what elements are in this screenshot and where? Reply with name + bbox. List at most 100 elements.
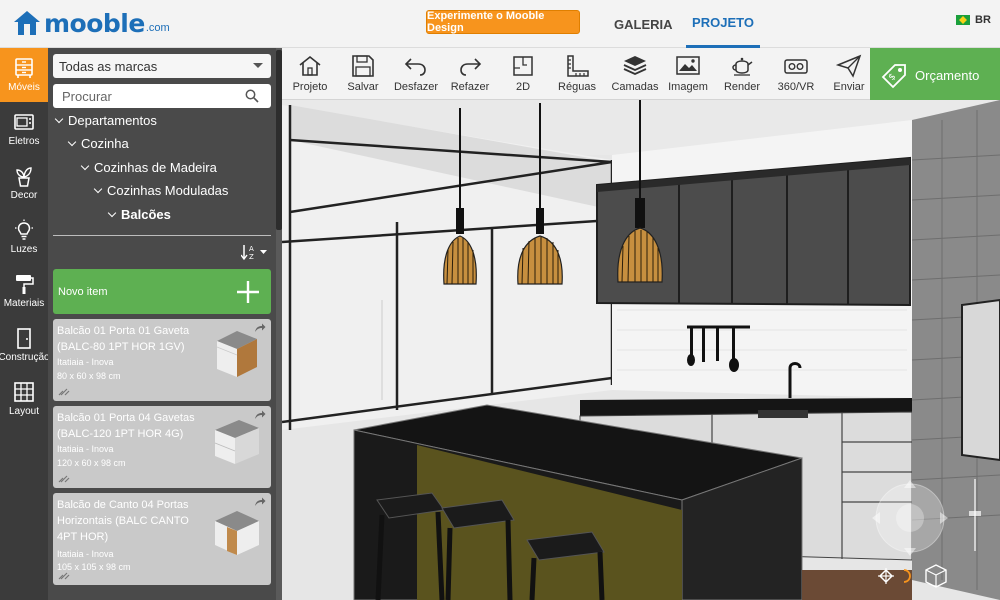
category-materials[interactable]: Materiais <box>0 264 48 318</box>
layout-grid-icon <box>14 382 34 402</box>
tool-label: Projeto <box>292 81 328 93</box>
vr-headset-icon <box>784 59 808 74</box>
product-card[interactable]: Balcão de Canto 04 Portas Horizontais (B… <box>53 493 271 585</box>
render-button[interactable]: Render <box>712 54 772 96</box>
category-label: Móveis <box>8 82 40 93</box>
tree-item-cozinhas-de-madeira[interactable]: Cozinhas de Madeira <box>80 160 217 175</box>
category-rail: Móveis Eletros Decor Luzes Materiais Con… <box>0 48 48 600</box>
image-button[interactable]: Imagem <box>658 54 718 96</box>
door-icon <box>17 328 31 349</box>
category-construction[interactable]: Construção <box>0 318 48 372</box>
rotate-icon[interactable] <box>903 569 911 583</box>
brand-select[interactable]: Todas as marcas <box>53 54 271 78</box>
tree-label: Cozinha <box>81 136 129 151</box>
mooble-logo[interactable]: mooble .com <box>12 8 170 38</box>
drag-handle-icon[interactable] <box>58 570 70 580</box>
product-title: Balcão 01 Porta 04 Gavetas (BALC-120 1PT… <box>57 412 195 440</box>
product-thumbnail <box>216 331 257 377</box>
new-item-button[interactable]: Novo item <box>53 269 271 314</box>
tool-label: Render <box>723 81 761 93</box>
3d-viewport[interactable] <box>282 100 1000 600</box>
search-icon[interactable] <box>245 89 259 103</box>
product-title: Balcão de Canto 04 Portas Horizontais (B… <box>57 499 189 543</box>
toolbar: Projeto Salvar Desfazer Refazer 2D Régua… <box>282 48 870 100</box>
category-label: Luzes <box>10 244 38 255</box>
drag-handle-icon[interactable] <box>58 473 70 483</box>
house-logo-icon <box>14 11 40 35</box>
cube-view-icon[interactable] <box>925 564 947 588</box>
chevron-down-icon <box>80 161 90 171</box>
appliance-icon <box>14 114 34 130</box>
tree-label: Cozinhas de Madeira <box>94 160 217 175</box>
product-brand: Itatiaia - Inova <box>57 357 114 367</box>
drag-handle-icon[interactable] <box>58 386 70 396</box>
tool-label: 360/VR <box>777 81 815 93</box>
brand-select-value: Todas as marcas <box>59 58 158 74</box>
tree-label: Balcões <box>121 207 171 222</box>
layers-icon <box>623 56 647 75</box>
product-card[interactable]: Balcão 01 Porta 04 Gavetas (BALC-120 1PT… <box>53 406 271 488</box>
sort-az-icon[interactable]: AZ <box>241 244 269 260</box>
language-code: BR <box>975 14 991 26</box>
category-layout[interactable]: Layout <box>0 372 48 426</box>
tree-item-balcoes[interactable]: Balcões <box>107 207 171 222</box>
rulers-button[interactable]: Réguas <box>547 54 607 96</box>
catalog-panel: Todas as marcas Departamentos Cozinha Co… <box>48 48 278 600</box>
try-mooble-design-button[interactable]: Experimente o Mooble Design <box>426 10 580 34</box>
nav-gallery[interactable]: GALERIA <box>614 0 673 48</box>
tool-label: Salvar <box>347 81 379 93</box>
home-icon <box>299 55 321 76</box>
tree-item-departamentos[interactable]: Departamentos <box>54 113 157 128</box>
chevron-down-icon <box>67 137 77 147</box>
camera-navigation-control[interactable] <box>870 472 950 600</box>
layers-button[interactable]: Camadas <box>605 54 665 96</box>
nav-project[interactable]: PROJETO <box>686 0 760 48</box>
paint-roller-icon <box>16 275 34 294</box>
category-furniture[interactable]: Móveis <box>0 48 48 102</box>
redo-icon <box>460 58 482 76</box>
price-tag-icon: $ <box>881 64 906 89</box>
tree-item-cozinhas-moduladas[interactable]: Cozinhas Moduladas <box>93 183 229 198</box>
undo-button[interactable]: Desfazer <box>386 54 446 96</box>
tree-label: Departamentos <box>68 113 157 128</box>
product-thumbnail <box>215 511 259 555</box>
category-lights[interactable]: Luzes <box>0 210 48 264</box>
tool-label: Enviar <box>833 81 865 93</box>
ruler-icon <box>567 55 589 77</box>
360-vr-button[interactable]: 360/VR <box>766 54 826 96</box>
category-appliances[interactable]: Eletros <box>0 102 48 156</box>
category-label: Decor <box>10 190 38 201</box>
tool-label: Desfazer <box>393 81 439 93</box>
search-input[interactable] <box>53 84 271 108</box>
undo-icon <box>404 58 426 76</box>
redo-button[interactable]: Refazer <box>440 54 500 96</box>
plant-icon <box>16 167 32 187</box>
quote-label: Orçamento <box>915 68 980 83</box>
tree-label: Cozinhas Moduladas <box>107 183 229 198</box>
product-card[interactable]: Balcão 01 Porta 01 Gaveta (BALC-80 1PT H… <box>53 319 271 401</box>
product-brand: Itatiaia - Inova <box>57 444 114 454</box>
move-icon[interactable] <box>878 568 894 584</box>
product-brand: Itatiaia - Inova <box>57 549 114 559</box>
tree-item-cozinha[interactable]: Cozinha <box>67 136 129 151</box>
2d-view-button[interactable]: 2D <box>493 54 553 96</box>
divider <box>53 235 271 236</box>
tool-label: Réguas <box>558 81 596 93</box>
save-button[interactable]: Salvar <box>333 54 393 96</box>
quote-button[interactable]: $ Orçamento <box>870 48 1000 103</box>
image-icon <box>676 56 700 75</box>
product-thumbnail <box>214 420 259 464</box>
language-selector[interactable]: BR <box>956 14 991 26</box>
chevron-down-icon <box>93 184 103 194</box>
tool-label: Camadas <box>611 81 659 93</box>
new-item-label: Novo item <box>58 285 108 298</box>
category-decor[interactable]: Decor <box>0 156 48 210</box>
zoom-slider[interactable] <box>968 475 982 555</box>
svg-text:Z: Z <box>249 253 254 260</box>
tool-label: Refazer <box>450 81 490 93</box>
project-button[interactable]: Projeto <box>280 54 340 96</box>
category-label: Materiais <box>3 298 45 309</box>
lightbulb-icon <box>15 219 33 240</box>
product-size: 120 x 60 x 98 cm <box>57 458 126 468</box>
brazil-flag-icon <box>956 15 970 25</box>
